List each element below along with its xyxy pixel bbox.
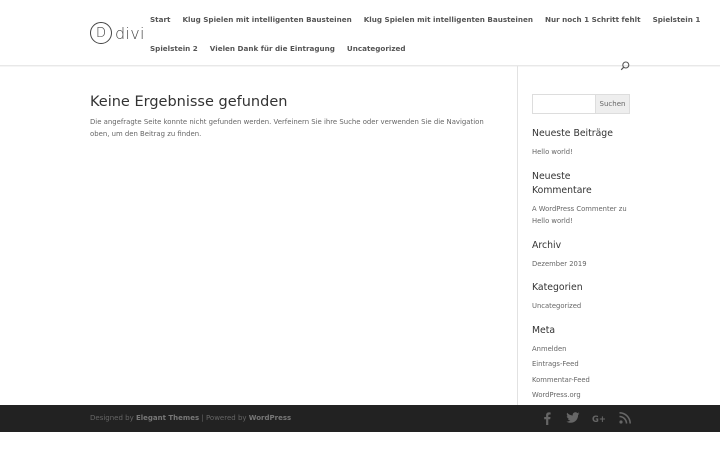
- nav-item-nur-noch-1-schritt[interactable]: Nur noch 1 Schritt fehlt: [545, 13, 641, 27]
- comment-author-link[interactable]: A WordPress Commenter: [532, 205, 617, 213]
- meta-link-entries-feed[interactable]: Eintrags-Feed: [532, 358, 632, 371]
- widget-title: Neueste Kommentare: [532, 170, 592, 196]
- nav-item-klug-spielen-1[interactable]: Klug Spielen mit intelligenten Bausteine…: [182, 13, 351, 27]
- site-logo[interactable]: D divi: [90, 20, 145, 46]
- recent-comment: A WordPress Commenter zu Hello world!: [532, 203, 632, 228]
- footer-platform-link[interactable]: WordPress: [249, 414, 291, 422]
- google-plus-icon[interactable]: G+: [592, 411, 606, 425]
- meta-link-comments-feed[interactable]: Kommentar-Feed: [532, 374, 632, 387]
- widget-meta: Meta Anmelden Eintrags-Feed Kommentar-Fe…: [532, 324, 632, 402]
- nav-item-spielstein-2[interactable]: Spielstein 2: [150, 42, 198, 56]
- svg-text:G+: G+: [592, 414, 606, 424]
- not-found-message: Die angefragte Seite konnte nicht gefund…: [90, 118, 484, 138]
- footer-credits: Designed by Elegant Themes | Powered by …: [90, 413, 291, 424]
- search-input[interactable]: [532, 94, 596, 114]
- widget-categories: Kategorien Uncategorized: [532, 281, 632, 313]
- page-title: Keine Ergebnisse gefunden: [90, 94, 288, 110]
- footer-designed-by: Designed by: [90, 414, 134, 422]
- widget-recent-posts: Neueste Beiträge Hello world!: [532, 127, 632, 159]
- page-bottom-spacer: [0, 432, 720, 450]
- logo-mark: D: [90, 22, 112, 44]
- comment-connector: zu: [618, 204, 627, 213]
- search-icon[interactable]: [620, 61, 630, 71]
- widget-title: Archiv: [532, 239, 562, 251]
- widget-archive: Archiv Dezember 2019: [532, 239, 632, 271]
- nav-row-2: Spielstein 2 Vielen Dank für die Eintrag…: [150, 42, 630, 56]
- search-button[interactable]: Suchen: [596, 94, 630, 114]
- comment-post-link[interactable]: Hello world!: [532, 215, 632, 228]
- nav-item-vielen-dank[interactable]: Vielen Dank für die Eintragung: [210, 42, 335, 56]
- nav-item-uncategorized[interactable]: Uncategorized: [347, 42, 406, 56]
- main-content: Keine Ergebnisse gefunden Die angefragte…: [90, 92, 490, 140]
- meta-link-login[interactable]: Anmelden: [532, 343, 632, 356]
- social-icons: G+: [540, 411, 632, 425]
- site-header: D divi Start Klug Spielen mit intelligen…: [0, 0, 720, 71]
- archive-link[interactable]: Dezember 2019: [532, 258, 632, 271]
- main-navigation: Start Klug Spielen mit intelligenten Bau…: [150, 13, 700, 71]
- rss-icon[interactable]: [618, 411, 632, 425]
- logo-text: divi: [115, 23, 145, 43]
- sidebar: Suchen Neueste Beiträge Hello world! Neu…: [532, 94, 632, 413]
- twitter-icon[interactable]: [566, 411, 580, 425]
- meta-link-wordpress-org[interactable]: WordPress.org: [532, 389, 632, 402]
- nav-item-klug-spielen-2[interactable]: Klug Spielen mit intelligenten Bausteine…: [364, 13, 533, 27]
- facebook-icon[interactable]: [540, 411, 554, 425]
- footer-separator: |: [201, 414, 204, 422]
- nav-item-spielstein-1[interactable]: Spielstein 1: [653, 13, 701, 27]
- footer-powered-by: Powered by: [205, 414, 247, 422]
- category-link[interactable]: Uncategorized: [532, 300, 632, 313]
- widget-recent-comments: Neueste Kommentare A WordPress Commenter…: [532, 170, 632, 228]
- recent-post-link[interactable]: Hello world!: [532, 146, 632, 159]
- site-footer: Designed by Elegant Themes | Powered by …: [0, 405, 720, 432]
- sidebar-search: Suchen: [532, 94, 632, 114]
- nav-row-1: Start Klug Spielen mit intelligenten Bau…: [150, 13, 700, 27]
- nav-item-start[interactable]: Start: [150, 13, 170, 27]
- sidebar-divider: [517, 66, 518, 405]
- widget-title: Neueste Beiträge: [532, 128, 613, 139]
- widget-title: Kategorien: [532, 282, 583, 293]
- footer-theme-link[interactable]: Elegant Themes: [136, 414, 199, 422]
- widget-title: Meta: [532, 324, 556, 336]
